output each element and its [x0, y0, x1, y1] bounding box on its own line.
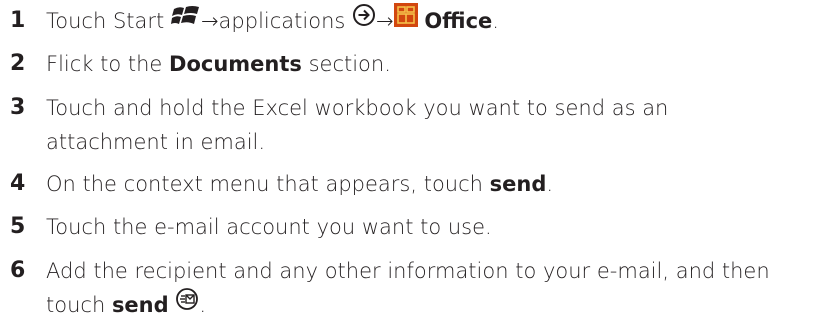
windows-start-icon	[170, 3, 201, 37]
step-text-end: section.	[301, 52, 391, 76]
step-text-start: On the context menu that appears, touch	[46, 172, 490, 196]
step-text: On the context menu that appears, touch …	[46, 167, 816, 201]
step-number: 4	[10, 171, 26, 196]
step-text: Touch Start →applications → Office.	[46, 3, 816, 39]
step-text-end: .	[199, 293, 207, 317]
step-text: Touch and hold the Excel workbook you wa…	[46, 96, 669, 154]
step-text: Touch the e-mail account you want to use…	[46, 215, 492, 239]
send-mail-icon	[175, 287, 199, 321]
arrow-glyph: →	[376, 9, 394, 33]
step-text-applications: applications	[218, 9, 353, 33]
step-text: Flick to the Documents section.	[46, 47, 816, 81]
step-text-start: Flick to the	[46, 52, 170, 76]
step-number: 6	[10, 258, 26, 283]
step-bold-office: Office	[424, 9, 493, 33]
forward-arrow-circle-icon	[352, 3, 376, 37]
step-number: 2	[10, 51, 26, 76]
office-hub-icon	[393, 3, 418, 37]
step-bold-send: send	[489, 172, 547, 196]
step-bold-documents: Documents	[169, 52, 302, 76]
step-text-end: .	[492, 9, 499, 33]
arrow-glyph: →	[200, 9, 219, 33]
step-number: 1	[10, 8, 26, 33]
step-bold-send: send	[111, 293, 169, 317]
step-text: Add the recipient and any other informat…	[46, 254, 816, 323]
step-text-start: Touch Start	[46, 9, 171, 33]
step-number: 5	[10, 214, 26, 239]
step-number: 3	[10, 95, 26, 120]
step-text-end: .	[546, 172, 554, 196]
